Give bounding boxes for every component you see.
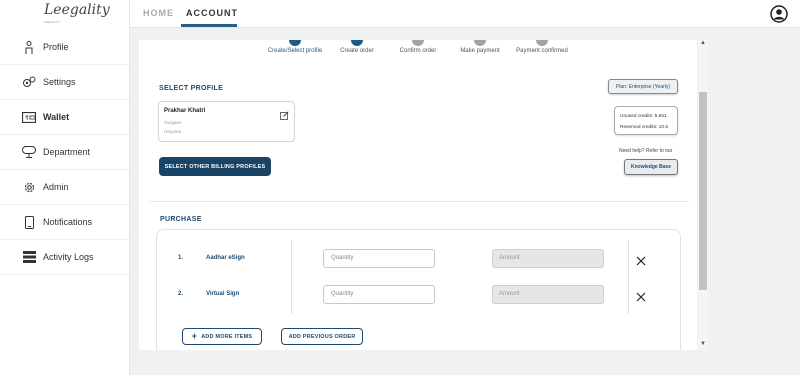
section-divider (149, 201, 689, 202)
step-dot-2 (351, 40, 363, 46)
edit-icon[interactable] (280, 107, 289, 120)
plus-icon: + (191, 331, 198, 341)
scroll-down-arrow-icon[interactable]: ▼ (700, 341, 706, 347)
add-more-items-button[interactable]: + ADD MORE ITEMS (182, 328, 262, 345)
admin-gear-icon (22, 180, 36, 194)
remove-row-icon[interactable] (636, 253, 646, 266)
phone-icon (22, 215, 36, 229)
table-row: 2. Virtual Sign Quantity Amount (157, 281, 682, 311)
gear-icon (22, 75, 36, 89)
sidebar-item-label: Profile (43, 42, 69, 52)
sidebar: Leegality LEEGALITY Profile Settings ₹ W… (0, 0, 130, 375)
person-icon (22, 40, 36, 54)
logo: Leegality (44, 2, 110, 18)
wallet-icon: ₹ (22, 110, 36, 124)
sidebar-item-label: Activity Logs (43, 252, 94, 262)
purchase-card: 1. Aadhar eSign Quantity Amount 2. Virtu… (156, 229, 681, 350)
sidebar-item-activity-logs[interactable]: Activity Logs (0, 240, 130, 275)
credits-box: Unused credits: 5,551 Reserved credits: … (614, 106, 678, 135)
profile-name: Prakhar Khatri (164, 108, 206, 114)
profile-state: Haryana (164, 129, 182, 134)
scroll-up-arrow-icon[interactable]: ▲ (700, 40, 706, 46)
plan-button[interactable]: Plan: Enterprise (Yearly) (608, 79, 678, 94)
select-profile-title: SELECT PROFILE (159, 85, 224, 92)
row-number: 2. (178, 291, 184, 297)
sidebar-nav: Profile Settings ₹ Wallet Department Adm… (0, 30, 130, 275)
server-icon (22, 250, 36, 264)
user-account-icon[interactable] (770, 5, 788, 23)
reserved-credits: Reserved credits: 10.5 (620, 125, 668, 130)
row-item-name: Virtual Sign (206, 291, 240, 297)
purchase-title: PURCHASE (160, 216, 202, 223)
add-more-items-label: ADD MORE ITEMS (201, 333, 253, 340)
sidebar-item-department[interactable]: Department (0, 135, 130, 170)
step-dot-5 (536, 40, 548, 46)
profile-card[interactable]: Prakhar Khatri Gurgaon Haryana (158, 101, 295, 142)
quantity-input[interactable]: Quantity (323, 285, 435, 304)
top-bar: HOME ACCOUNT (130, 0, 800, 28)
table-row: 1. Aadhar eSign Quantity Amount (157, 245, 682, 275)
sidebar-item-label: Department (43, 147, 91, 157)
quantity-input[interactable]: Quantity (323, 249, 435, 268)
profile-city: Gurgaon (164, 120, 182, 125)
knowledge-base-button[interactable]: Knowledge Base (624, 159, 678, 175)
sidebar-item-label: Admin (43, 182, 69, 192)
unused-credits: Unused credits: 5,551 (620, 114, 667, 119)
scroll-thumb[interactable] (699, 92, 707, 290)
progress-steps: Create/Select profile Create order Confi… (139, 40, 697, 66)
step-dot-4 (474, 40, 486, 46)
help-text: Need help? Refer to our (619, 148, 673, 154)
sidebar-item-profile[interactable]: Profile (0, 30, 130, 65)
remove-row-icon[interactable] (636, 289, 646, 302)
select-other-billing-profiles-button[interactable]: SELECT OTHER BILLING PROFILES (159, 157, 271, 176)
department-icon (22, 145, 36, 159)
amount-field: Amount (492, 249, 604, 268)
step-dot-1 (289, 40, 301, 46)
scrollbar[interactable]: ▲ ▼ (698, 40, 708, 350)
sidebar-item-settings[interactable]: Settings (0, 65, 130, 100)
sidebar-item-admin[interactable]: Admin (0, 170, 130, 205)
add-previous-order-button[interactable]: ADD PREVIOUS ORDER (281, 328, 363, 345)
amount-field: Amount (492, 285, 604, 304)
svg-text:₹: ₹ (25, 115, 29, 122)
step-label-3: Confirm order (399, 48, 437, 54)
logo-subtitle: LEEGALITY (44, 20, 61, 24)
sidebar-item-label: Wallet (43, 112, 70, 122)
row-item-name: Aadhar eSign (206, 255, 245, 261)
step-label-1: Create/Select profile (267, 48, 323, 54)
step-dot-3 (412, 40, 424, 46)
sidebar-item-label: Notifications (43, 217, 93, 227)
step-label-4: Make payment (460, 48, 500, 54)
sidebar-item-wallet[interactable]: ₹ Wallet (0, 100, 130, 135)
tab-home[interactable]: HOME (143, 8, 174, 18)
active-tab-indicator (181, 24, 237, 27)
main-content: Create/Select profile Create order Confi… (139, 40, 697, 350)
row-number: 1. (178, 255, 184, 261)
step-label-2: Create order (340, 48, 374, 54)
sidebar-item-label: Settings (43, 77, 76, 87)
tab-account[interactable]: ACCOUNT (186, 8, 238, 18)
step-label-5: Payment confirmed (516, 48, 568, 54)
sidebar-item-notifications[interactable]: Notifications (0, 205, 130, 240)
